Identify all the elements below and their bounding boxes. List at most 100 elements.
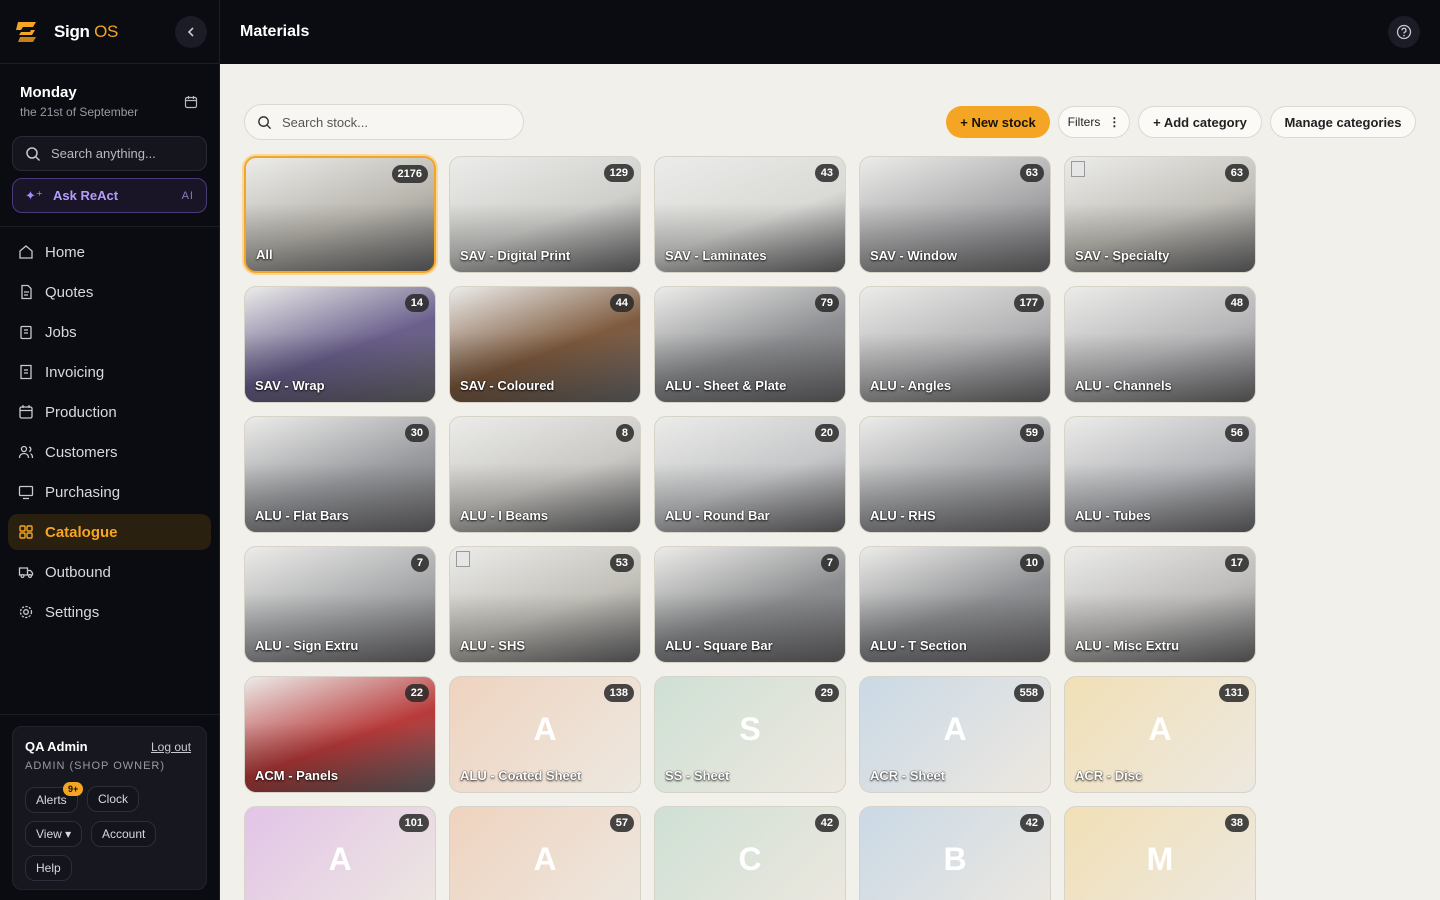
clipboard-icon [18,324,34,340]
category-count-badge: 17 [1224,554,1249,572]
stock-search[interactable] [244,104,524,140]
stock-search-input[interactable] [282,114,502,130]
category-label: ALU - SHS [460,638,525,653]
sidebar-item-production[interactable]: Production [8,394,211,430]
category-card[interactable]: 63 SAV - Specialty [1064,156,1256,273]
category-card[interactable]: 177 ALU - Angles [859,286,1051,403]
account-label: Account [102,827,146,841]
category-card[interactable]: 20 ALU - Round Bar [654,416,846,533]
category-card[interactable]: S 29 SS - Sheet [654,676,846,793]
sidebar-item-invoicing[interactable]: Invoicing [8,354,211,390]
category-card[interactable]: 2176 All [244,156,436,273]
sidebar-item-catalogue[interactable]: Catalogue [8,514,211,550]
category-card[interactable]: 44 SAV - Coloured [449,286,641,403]
date-subtitle: the 21st of September [20,105,139,119]
calendar-icon [18,404,34,420]
new-stock-button[interactable]: + New stock [946,106,1050,138]
sidebar-item-purchasing[interactable]: Purchasing [8,474,211,510]
category-card[interactable]: 7 ALU - Square Bar [654,546,846,663]
sidebar-item-home[interactable]: Home [8,234,211,270]
category-card[interactable]: A 558 ACR - Sheet [859,676,1051,793]
category-card[interactable]: 17 ALU - Misc Extru [1064,546,1256,663]
top-bar: Materials [220,0,1440,64]
help-button-top[interactable] [1388,16,1420,48]
account-button[interactable]: Account [91,821,157,847]
category-card[interactable]: 79 ALU - Sheet & Plate [654,286,846,403]
category-count-badge: 53 [609,554,634,572]
category-card[interactable]: 63 SAV - Window [859,156,1051,273]
category-card[interactable]: 8 ALU - I Beams [449,416,641,533]
sidebar-item-outbound[interactable]: Outbound [8,554,211,590]
user-card: QA Admin Log out ADMIN (SHOP OWNER) Aler… [12,726,207,890]
category-count-badge: 30 [404,424,429,442]
calendar-icon[interactable] [184,95,198,109]
category-count-badge: 10 [1019,554,1044,572]
user-role: ADMIN (SHOP OWNER) [25,760,166,772]
divider [0,714,220,715]
category-card[interactable]: 48 ALU - Channels [1064,286,1256,403]
category-card[interactable]: 7 ALU - Sign Extru [244,546,436,663]
sidebar-item-jobs[interactable]: Jobs [8,314,211,350]
clock-button[interactable]: Clock [87,786,140,812]
category-card[interactable]: A 131 ACR - Disc [1064,676,1256,793]
ask-react-button[interactable]: ✦⁺ Ask ReAct AI [12,178,207,213]
global-search-input[interactable] [51,146,201,161]
manage-categories-button[interactable]: Manage categories [1270,106,1416,138]
category-card[interactable]: 10 ALU - T Section [859,546,1051,663]
category-card[interactable]: 56 ALU - Tubes [1064,416,1256,533]
category-label: SAV - Specialty [1075,248,1170,263]
category-card[interactable]: A 138 ALU - Coated Sheet [449,676,641,793]
collapse-sidebar-button[interactable] [175,16,207,48]
ask-react-label: Ask ReAct [53,188,119,203]
category-card[interactable]: 30 ALU - Flat Bars [244,416,436,533]
chevron-left-icon [187,27,194,37]
category-count-badge: 20 [814,424,839,442]
global-search[interactable] [12,136,207,171]
category-label: ALU - Flat Bars [255,508,349,523]
category-card[interactable]: 59 ALU - RHS [859,416,1051,533]
help-button[interactable]: Help [25,855,72,881]
category-count-badge: 101 [398,814,429,832]
filters-button[interactable]: Filters ⋮ [1058,106,1130,138]
broken-image-icon [1071,161,1085,177]
category-card[interactable]: 43 SAV - Laminates [654,156,846,273]
category-card[interactable]: B 42 [859,806,1051,900]
category-card[interactable]: 14 SAV - Wrap [244,286,436,403]
alerts-badge: 9+ [63,782,84,796]
add-category-button[interactable]: + Add category [1138,106,1262,138]
category-count-badge: 14 [404,294,429,312]
sidebar-item-label: Outbound [45,563,111,581]
search-icon [258,115,272,129]
category-card[interactable]: A 101 [244,806,436,900]
category-card[interactable]: 129 SAV - Digital Print [449,156,641,273]
view-dropdown[interactable]: View ▾ [25,821,83,847]
category-card[interactable]: 22 ACM - Panels [244,676,436,793]
category-count-badge: 558 [1013,684,1044,702]
category-card[interactable]: C 42 [654,806,846,900]
ai-tag: AI [181,189,194,202]
category-label: ALU - T Section [870,638,967,653]
category-card[interactable]: M 38 [1064,806,1256,900]
sidebar-item-settings[interactable]: Settings [8,594,211,630]
sidebar-item-label: Settings [45,603,100,621]
category-card[interactable]: A 57 [449,806,641,900]
users-icon [18,444,34,460]
category-label: ALU - Misc Extru [1075,638,1180,653]
category-count-badge: 7 [410,554,429,572]
monitor-icon [18,484,34,500]
category-initial: B [943,841,967,877]
category-initial: A [533,841,557,877]
logo-icon [14,19,42,45]
logout-link[interactable]: Log out [151,740,191,754]
date-day: Monday [20,84,77,101]
category-card[interactable]: 53 ALU - SHS [449,546,641,663]
category-initial: C [738,841,762,877]
sidebar-item-quotes[interactable]: Quotes [8,274,211,310]
category-initial: S [739,711,761,747]
category-initial: M [1146,841,1174,877]
sidebar-item-customers[interactable]: Customers [8,434,211,470]
category-count-badge: 7 [820,554,839,572]
main-nav: Home Quotes Jobs Invoicing Production Custome… [8,234,211,634]
sidebar-item-label: Purchasing [45,483,121,501]
document-icon [18,284,34,300]
